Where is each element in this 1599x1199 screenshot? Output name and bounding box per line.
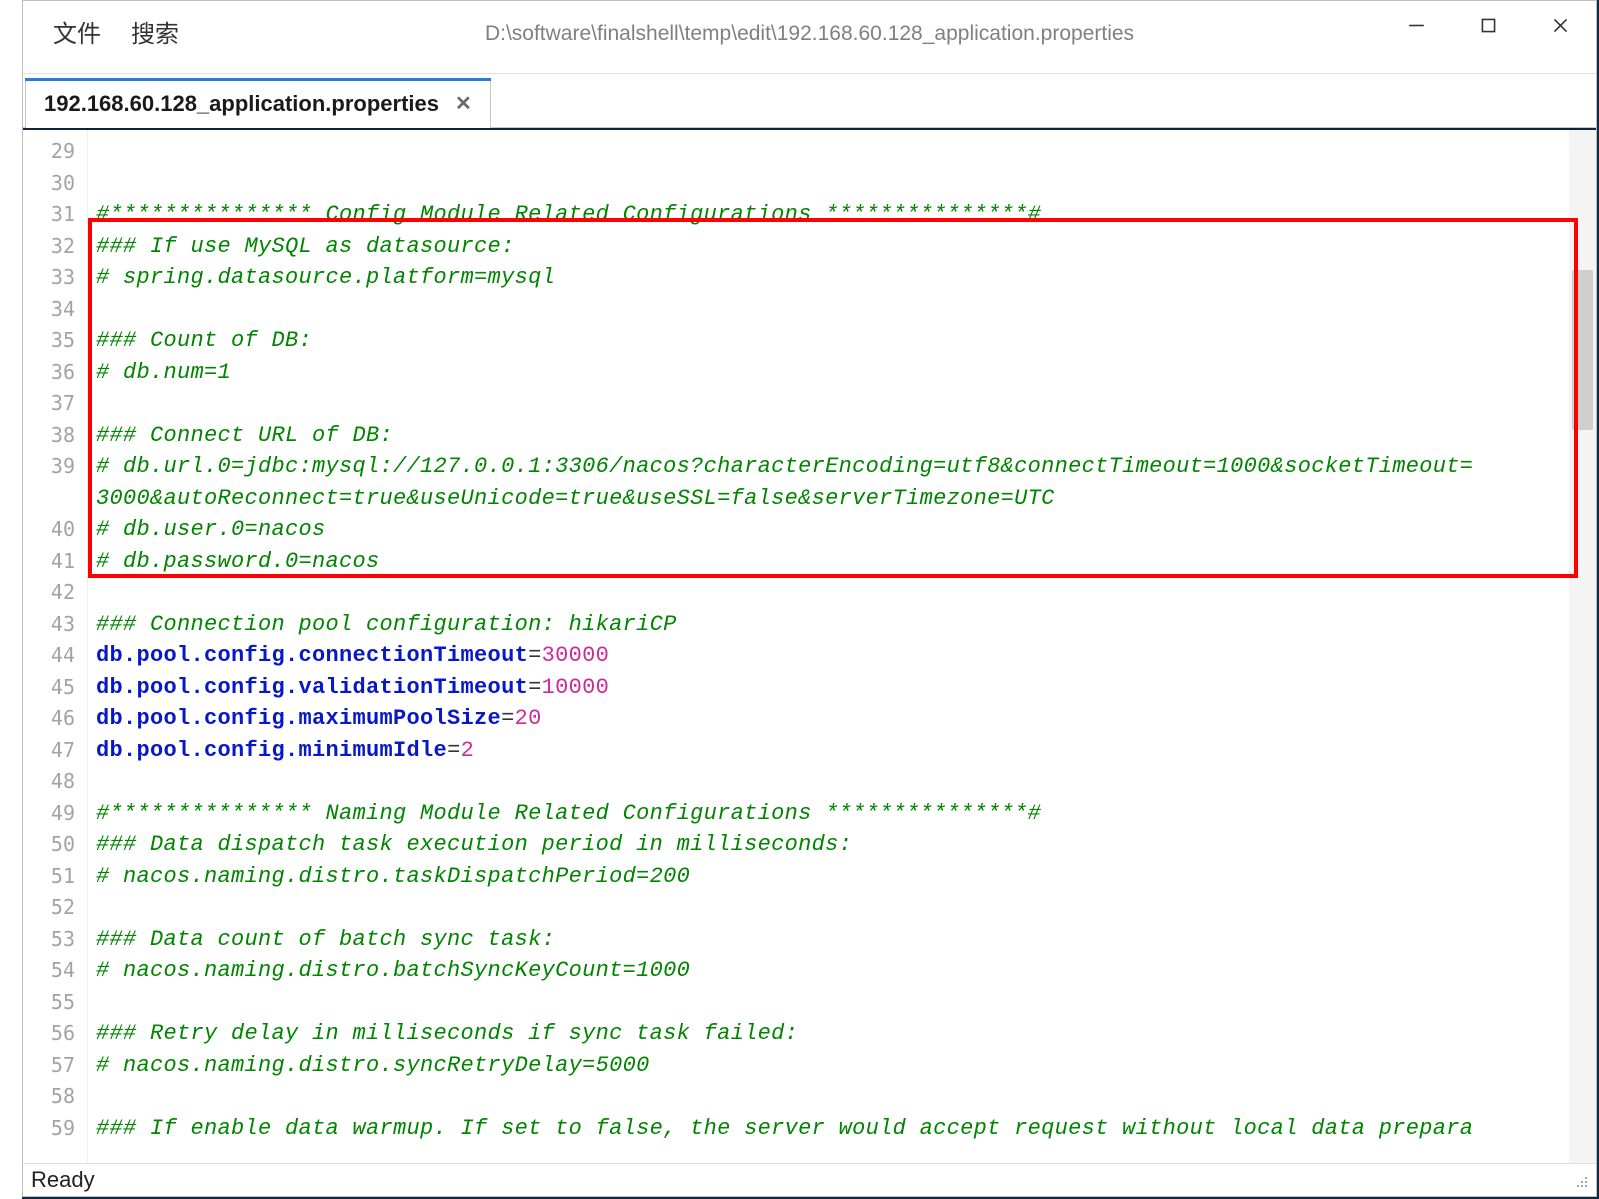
code-line: db.pool.config.maximumPoolSize=20 [96, 703, 1596, 735]
vertical-scrollbar[interactable] [1569, 130, 1596, 1163]
code-line [96, 577, 1596, 609]
code-line [96, 766, 1596, 798]
code-line: ### Retry delay in milliseconds if sync … [96, 1018, 1596, 1050]
code-line: # nacos.naming.distro.batchSyncKeyCount=… [96, 955, 1596, 987]
window-controls [1380, 1, 1596, 49]
line-number: 29 [23, 136, 87, 168]
code-line [96, 168, 1596, 200]
line-number-gutter: 2930313233343536373839 404142434445464748… [23, 130, 88, 1163]
scrollbar-thumb[interactable] [1572, 270, 1593, 430]
line-number: 58 [23, 1081, 87, 1113]
tab-close-icon[interactable]: ✕ [455, 91, 472, 116]
maximize-icon [1480, 17, 1497, 34]
code-content[interactable]: #*************** Config Module Related C… [88, 130, 1596, 1163]
status-text: Ready [31, 1167, 95, 1193]
line-number: 51 [23, 861, 87, 893]
line-number: 49 [23, 798, 87, 830]
tab-active[interactable]: 192.168.60.128_application.properties ✕ [25, 78, 491, 128]
line-number: 57 [23, 1050, 87, 1082]
menu-bar: 文件 搜索 [23, 1, 179, 49]
code-line [96, 388, 1596, 420]
line-number: 30 [23, 168, 87, 200]
line-number: 56 [23, 1018, 87, 1050]
code-line: ### Data count of batch sync task: [96, 924, 1596, 956]
line-number: 52 [23, 892, 87, 924]
code-line: ### Count of DB: [96, 325, 1596, 357]
code-line: ### If enable data warmup. If set to fal… [96, 1113, 1596, 1145]
code-line [96, 1081, 1596, 1113]
line-number: 43 [23, 609, 87, 641]
code-line [96, 892, 1596, 924]
code-line: #*************** Config Module Related C… [96, 199, 1596, 231]
window-title-path: D:\software\finalshell\temp\edit\192.168… [485, 22, 1134, 46]
tab-label: 192.168.60.128_application.properties [44, 91, 439, 117]
code-line: # db.password.0=nacos [96, 546, 1596, 578]
code-line: ### Connection pool configuration: hikar… [96, 609, 1596, 641]
line-number: 54 [23, 955, 87, 987]
line-number: 48 [23, 766, 87, 798]
close-icon [1552, 17, 1569, 34]
code-line [96, 294, 1596, 326]
code-line: # nacos.naming.distro.taskDispatchPeriod… [96, 861, 1596, 893]
editor-window: 文件 搜索 D:\software\finalshell\temp\edit\1… [22, 0, 1597, 1197]
maximize-button[interactable] [1452, 1, 1524, 49]
line-number: 35 [23, 325, 87, 357]
line-number: 53 [23, 924, 87, 956]
code-line: ### Connect URL of DB: [96, 420, 1596, 452]
code-line [96, 987, 1596, 1019]
editor-area: 2930313233343536373839 404142434445464748… [23, 128, 1596, 1163]
menu-search[interactable]: 搜索 [131, 14, 179, 49]
line-number: 31 [23, 199, 87, 231]
code-line: # db.num=1 [96, 357, 1596, 389]
code-line: ### If use MySQL as datasource: [96, 231, 1596, 263]
code-line: # nacos.naming.distro.syncRetryDelay=500… [96, 1050, 1596, 1082]
code-line: # db.url.0=jdbc:mysql://127.0.0.1:3306/n… [96, 451, 1596, 483]
background-app-strip: . , [0, 0, 22, 1199]
line-number: 45 [23, 672, 87, 704]
menu-file[interactable]: 文件 [53, 14, 101, 49]
line-number: 33 [23, 262, 87, 294]
code-line [96, 136, 1596, 168]
line-number: 50 [23, 829, 87, 861]
line-number: 39 [23, 451, 87, 483]
line-number: 44 [23, 640, 87, 672]
minimize-button[interactable] [1380, 1, 1452, 49]
line-number: 59 [23, 1113, 87, 1145]
line-number: 46 [23, 703, 87, 735]
close-button[interactable] [1524, 1, 1596, 49]
line-number: 40 [23, 514, 87, 546]
line-number: 36 [23, 357, 87, 389]
resize-grip-icon[interactable] [1572, 1172, 1588, 1188]
line-number: 55 [23, 987, 87, 1019]
line-number: 38 [23, 420, 87, 452]
line-number: 41 [23, 546, 87, 578]
code-line: # spring.datasource.platform=mysql [96, 262, 1596, 294]
code-line: 3000&autoReconnect=true&useUnicode=true&… [96, 483, 1596, 515]
line-number [23, 483, 87, 515]
line-number: 37 [23, 388, 87, 420]
line-number: 47 [23, 735, 87, 767]
code-line: #*************** Naming Module Related C… [96, 798, 1596, 830]
code-line: db.pool.config.minimumIdle=2 [96, 735, 1596, 767]
line-number: 42 [23, 577, 87, 609]
code-line: db.pool.config.validationTimeout=10000 [96, 672, 1596, 704]
code-line: db.pool.config.connectionTimeout=30000 [96, 640, 1596, 672]
code-line: ### Data dispatch task execution period … [96, 829, 1596, 861]
line-number: 34 [23, 294, 87, 326]
minimize-icon [1408, 17, 1425, 34]
code-line: # db.user.0=nacos [96, 514, 1596, 546]
tab-bar: 192.168.60.128_application.properties ✕ [23, 74, 1596, 128]
status-bar: Ready [23, 1163, 1596, 1196]
title-bar: 文件 搜索 D:\software\finalshell\temp\edit\1… [23, 1, 1596, 74]
line-number: 32 [23, 231, 87, 263]
